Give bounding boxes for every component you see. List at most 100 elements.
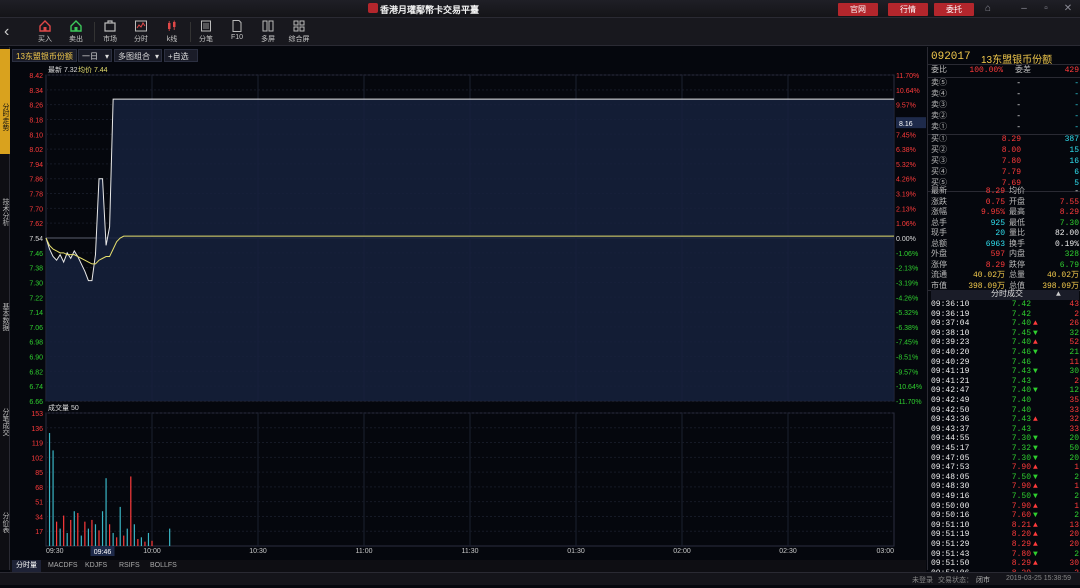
tick-time: 09:41:19 [931,367,970,377]
tab-price-table[interactable]: 分价表 [0,502,10,542]
trade-state: 闭市 [976,577,990,584]
tick-button[interactable]: 分笔 [191,19,221,44]
bid-volume: 16 [1069,157,1079,166]
tab-technical[interactable]: 技术分析 [0,187,10,237]
sell-button[interactable]: 卖出 [61,19,91,44]
ask-volume: - [1074,112,1079,121]
tick-price: 7.43 [1011,424,1031,434]
kline-button[interactable]: k线 [157,19,187,44]
f10-button[interactable]: F10 [222,19,252,41]
stat-value: 9.95% [980,208,1005,217]
tick-time: 09:36:19 [931,309,970,319]
ask-label: 卖⑤ [931,79,947,88]
volume-tick-label: 34 [35,514,43,521]
price-area [46,99,894,402]
dashboard-label: 综合屏 [288,36,310,43]
timeshare-button[interactable]: 分时 [126,19,156,44]
back-icon[interactable]: ‹ [4,22,18,42]
stat-row: 总额 6963 换手 0.19% [931,240,1079,250]
tick-row: 09:51:19 8.20 ▲ 20 [931,530,1079,540]
home-icon[interactable]: ⌂ [982,3,994,15]
price-lines [45,98,894,402]
tick-price: 7.42 [1011,300,1031,309]
add-favorite-button[interactable]: +自选 [164,49,198,62]
price-tick-label: 6.90 [29,355,43,362]
percent-tick-label: 0.00% [896,236,916,243]
tick-time: 09:51:50 [931,559,970,569]
stat-value: 8.29 [985,260,1005,270]
tab-ticks[interactable]: 分笔成交 [0,397,10,447]
tab-timeshare[interactable]: 分时走势 [0,49,10,154]
market-button[interactable]: 市场 [95,19,125,44]
tab-kdj[interactable]: KDJFS [81,560,111,572]
tick-volume: 11 [1069,357,1079,367]
stat-label: 跌停 [1009,260,1025,270]
tick-time: 09:41:21 [931,376,970,386]
tick-volume: 33 [1069,405,1079,415]
ask-price: - [1016,101,1021,110]
price-tick-label: 6.66 [29,399,43,406]
multiscreen-button[interactable]: 多屏 [253,19,283,44]
price-tick-label: 7.54 [29,236,43,243]
quote-panel: 092017 13东盟银币份额 委比 100.00% 委差 429 卖⑤ - - 卖④ - - 卖③… [927,47,1080,587]
tick-price: 7.60 [1011,511,1031,521]
f10-icon [232,20,242,32]
tick-time: 09:45:17 [931,444,970,453]
tick-volume: 20 [1069,453,1079,463]
quotes-button[interactable]: 行情 [888,3,928,16]
down-arrow-icon: ▼ [1033,367,1038,377]
tab-boll[interactable]: BOLLFS [146,560,181,572]
stat-label: 涨跌 [931,197,947,207]
ask-volume: - [1074,101,1079,110]
webi-row: 委比 100.00% 委差 429 [931,66,1079,76]
multiscreen-icon [262,20,274,32]
tab-macd[interactable]: MACDFS [44,560,82,572]
symbol-tab[interactable]: 13东盟银币份额 [12,49,77,62]
timeshare-chart: 8.42 8.34 8.26 8.18 8.10 8.02 7.94 7.86 7.78 7.70… [29,65,926,556]
dashboard-button[interactable]: 综合屏 [284,19,314,44]
percent-tick-label: -1.06% [896,251,918,258]
official-site-button[interactable]: 官网 [838,3,878,16]
tab-fundamentals[interactable]: 基本数据 [0,292,10,342]
minimize-icon[interactable]: – [1018,3,1030,15]
stat-value: 0.19% [1054,239,1079,249]
time-tick-label: 10:00 [143,548,161,555]
up-arrow-icon: ▲ [1033,338,1038,348]
tab-volume[interactable]: 分时量 [12,560,41,572]
down-arrow-icon: ▼ [1033,434,1038,444]
period-select[interactable]: 一日 ▾ [78,49,112,62]
price-tick-label: 7.06 [29,325,43,332]
app-logo-icon [368,3,378,13]
price-tick-label: 7.30 [29,280,43,287]
stat-label: 总手 [931,218,947,228]
stat-value: 597 [990,250,1005,259]
ask-row: 卖④ - - [931,90,1079,100]
weicha-label: 委差 [1015,66,1031,75]
maximize-icon[interactable]: ▫ [1040,3,1052,15]
timeshare-icon [135,20,147,32]
buy-button[interactable]: 买入 [30,19,60,44]
price-tick-label: 8.42 [29,73,43,80]
tick-price: 7.45 [1011,328,1031,338]
orders-button[interactable]: 委托 [934,3,974,16]
close-icon[interactable]: ✕ [1062,3,1074,15]
tick-icon [201,20,211,32]
combo-select[interactable]: 多图组合 ▾ [114,49,162,62]
tick-time: 09:51:29 [931,540,970,549]
market-icon [104,20,116,32]
stat-value: 8.29 [985,187,1005,196]
tick-volume: 20 [1069,434,1079,444]
price-tick-label: 7.86 [29,177,43,184]
period-value: 一日 [82,52,98,61]
ask-price: - [1016,123,1021,132]
tab-rsi[interactable]: RSIFS [115,560,144,572]
tick-row: 09:38:10 7.45 ▼ 32 [931,329,1079,339]
tick-row: 09:50:00 7.90 ▲ 1 [931,502,1079,512]
sell-label: 卖出 [69,36,83,43]
tick-row: 09:40:20 7.46 ▼ 21 [931,348,1079,358]
tick-time: 09:42:47 [931,386,970,396]
percent-tick-label: 4.26% [896,177,916,184]
price-tick-label: 7.22 [29,295,43,302]
percent-tick-label: -11.70% [896,399,922,406]
ask-row: 卖① - - [931,123,1079,133]
